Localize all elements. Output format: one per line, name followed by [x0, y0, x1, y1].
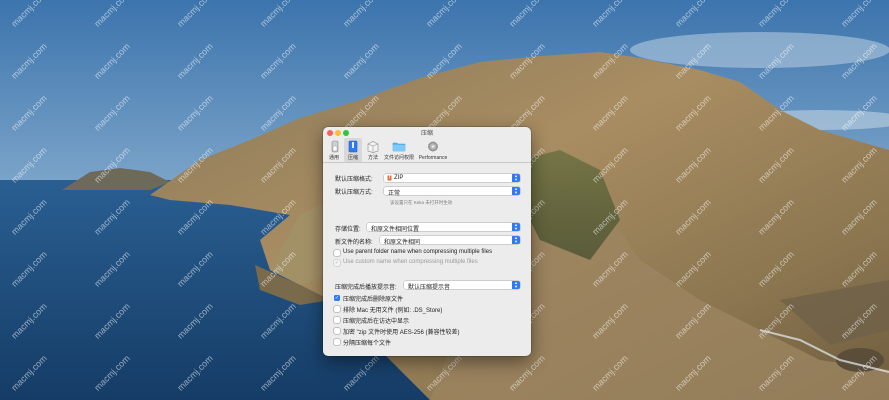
chevron-updown-icon: ▴ ▾ [512, 173, 520, 182]
tab-label: Performance [418, 155, 448, 161]
tab-method[interactable]: 方法 [364, 138, 382, 162]
use-custom-name-checkbox[interactable]: ✓ [334, 260, 340, 266]
zip-file-icon [387, 175, 392, 181]
tab-general[interactable]: 通用 [326, 138, 342, 162]
name-value: 和原文件相同 [384, 239, 421, 246]
format-label: 默认压缩格式: [335, 177, 373, 183]
sound-value: 默认压缩提示音 [408, 284, 451, 291]
method-note: 该设置只在 Keka 未打开时生效 [390, 200, 453, 205]
switch-icon [331, 140, 339, 153]
chevron-updown-icon: ▴ ▾ [512, 222, 520, 231]
chevron-updown-icon: ▴ ▾ [512, 235, 520, 244]
archive-icon [348, 140, 358, 153]
show-in-finder-checkbox[interactable] [334, 317, 340, 323]
aes256-checkbox[interactable] [334, 328, 340, 334]
tab-performance[interactable]: Performance [417, 138, 449, 162]
box-icon [367, 141, 379, 153]
chevron-updown-icon: ▴ ▾ [512, 186, 520, 195]
tab-label: 方法 [367, 155, 378, 161]
location-popup[interactable]: 和原文件相同位置 ▴ ▾ [367, 222, 520, 233]
location-label: 存储位置: [335, 227, 361, 233]
preferences-window: 压缩 通用 压缩 方法 文件访问权限 Performance 默认压缩格式: Z… [323, 127, 531, 356]
name-popup[interactable]: 和原文件相同 ▴ ▾ [380, 235, 520, 246]
delete-after-compress-label: 压缩完成后删除原文件 [343, 297, 404, 303]
method-popup[interactable]: 正常 ▴ ▾ [384, 186, 520, 197]
tab-label: 压缩 [347, 155, 358, 161]
exclude-mac-files-label: 排除 Mac 无用文件 (例如: .DS_Store) [343, 308, 443, 314]
chevron-updown-icon: ▴ ▾ [512, 280, 520, 289]
tab-label: 文件访问权限 [383, 155, 414, 161]
tab-label: 通用 [328, 155, 339, 161]
preferences-toolbar: 通用 压缩 方法 文件访问权限 Performance [323, 137, 531, 163]
aes256-label: 加密 "zip 文件时使用 AES-256 (兼容性较差) [343, 330, 460, 336]
split-each-file-label: 分隔压缩每个文件 [343, 341, 392, 347]
tab-file-access[interactable]: 文件访问权限 [383, 138, 415, 162]
window-title: 压缩 [420, 131, 433, 137]
tab-compression[interactable]: 压缩 [344, 138, 362, 162]
use-custom-name-label: Use custom name when compressing multipl… [343, 259, 478, 265]
show-in-finder-label: 压缩完成后在访达中显示 [343, 319, 410, 325]
format-popup[interactable]: ZIP ▴ ▾ [384, 173, 520, 182]
format-value: ZIP [394, 174, 404, 181]
method-value: 正常 [388, 190, 401, 197]
title-bar: 压缩 [323, 127, 531, 137]
exclude-mac-files-checkbox[interactable] [334, 306, 340, 312]
folder-icon [392, 142, 406, 152]
sound-popup[interactable]: 默认压缩提示音 ▴ ▾ [404, 280, 520, 291]
gear-icon [428, 141, 438, 152]
method-label: 默认压缩方式: [335, 190, 373, 196]
name-label: 新文件的名称: [335, 240, 373, 246]
delete-after-compress-checkbox[interactable]: ✓ [334, 295, 340, 301]
location-value: 和原文件相同位置 [371, 226, 420, 233]
use-parent-folder-label: Use parent folder name when compressing … [343, 249, 493, 255]
use-parent-folder-checkbox[interactable] [334, 250, 340, 256]
sound-label: 压缩完成后播放提示音: [335, 285, 397, 291]
split-each-file-checkbox[interactable] [334, 339, 340, 345]
